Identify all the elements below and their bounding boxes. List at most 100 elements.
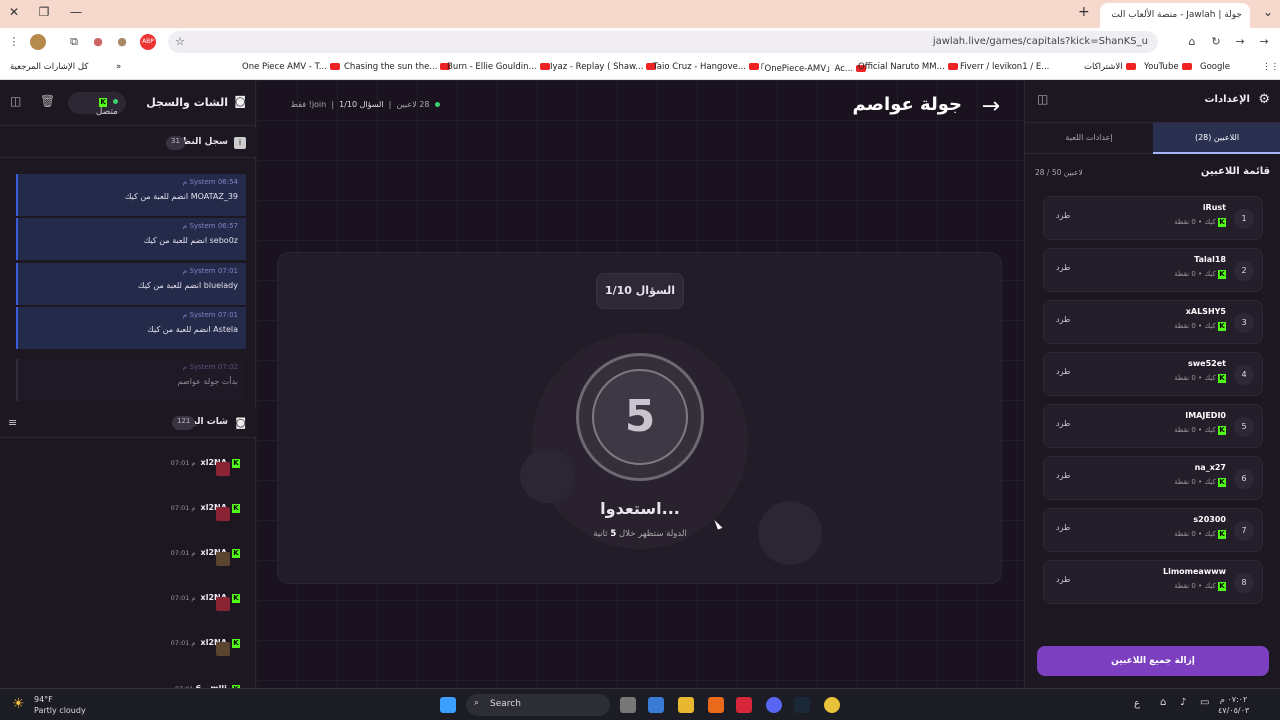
extensions-icon[interactable]: ⧉ — [66, 34, 82, 50]
bookmark-item[interactable]: Fiverr / levikon1 / E... — [960, 62, 1049, 72]
bookmark-item[interactable]: Taio Cruz - Hangove... — [653, 62, 759, 72]
chat-message: 07:01 م xl2NA K — [170, 450, 240, 486]
kick-player-button[interactable]: طرد — [1056, 263, 1070, 272]
reload-icon[interactable]: ↻ — [1208, 34, 1224, 50]
all-bookmarks[interactable]: كل الإشارات المرجعية — [10, 62, 88, 72]
bookmark-label: Taio Cruz - Hangove... — [653, 62, 746, 72]
kick-icon: K — [232, 549, 240, 558]
player-meta-text: كيك • 0 نقطة — [1174, 374, 1216, 382]
chevron-icon[interactable]: » — [116, 62, 121, 72]
browser-tab[interactable]: جولة | Jawlah - منصة الألعاب الت — [1100, 3, 1250, 28]
player-name: na_x27 — [1194, 463, 1226, 472]
forward-icon[interactable]: → — [1232, 34, 1248, 50]
restore-window-icon[interactable]: ❐ — [34, 5, 54, 19]
grid-icon[interactable]: ⋮⋮ — [1262, 62, 1279, 72]
message-time: 07:01 م — [170, 504, 196, 512]
ready-text: استعدوا... — [600, 499, 680, 518]
kick-player-button[interactable]: طرد — [1056, 211, 1070, 220]
task-view-icon[interactable] — [620, 697, 636, 713]
new-tab-icon[interactable]: + — [1078, 4, 1090, 20]
bookmark-item[interactable]: Iyaz - Replay ( Shaw... — [550, 62, 657, 72]
settings-panel: ⚙ الإعدادات ◫ اللاعبين (28) إعدادات اللع… — [1024, 80, 1280, 688]
app-icon[interactable] — [736, 697, 752, 713]
chrome-icon[interactable] — [824, 697, 840, 713]
chat-message: 07:01 م xl2NA K — [170, 585, 240, 621]
volume-icon[interactable]: ♪ — [1180, 697, 1186, 708]
bookmark-item[interactable]: Burn - Ellie Gouldin... — [447, 62, 550, 72]
bookmark-item[interactable]: الاشتراكات — [1084, 62, 1136, 72]
clock[interactable]: ٠٧:٠٢ م ٤٧/٠٥/٠٣ — [1218, 694, 1249, 716]
player-rank: 4 — [1234, 365, 1254, 385]
settings-tabs: اللاعبين (28) إعدادات اللعبة — [1025, 122, 1280, 154]
copilot-icon[interactable] — [648, 697, 664, 713]
kick-player-button[interactable]: طرد — [1056, 315, 1070, 324]
close-window-icon[interactable]: ✕ — [4, 5, 24, 19]
kick-icon: K — [1218, 530, 1226, 539]
player-count: 28 / 50 لاعبين — [1035, 168, 1083, 177]
kick-player-button[interactable]: طرد — [1056, 575, 1070, 584]
weather-widget[interactable]: 94°F Partly cloudy — [34, 694, 86, 716]
search-label: Search — [490, 699, 521, 709]
bookmark-star-icon[interactable]: ☆ — [172, 34, 188, 50]
app-icon[interactable] — [708, 697, 724, 713]
kick-icon: K — [1218, 322, 1226, 331]
search-box[interactable]: ⌕ Search — [466, 694, 610, 716]
bookmark-label: Chasing the sun the... — [344, 62, 438, 72]
kick-icon: K — [1218, 478, 1226, 487]
bookmark-item[interactable]: Chasing the sun the... — [344, 62, 451, 72]
temperature: 94°F — [34, 695, 53, 704]
bookmark-item[interactable]: YouTube — [1144, 62, 1192, 72]
battery-icon[interactable]: ▭ — [1200, 697, 1209, 708]
sort-icon[interactable]: ≡ — [8, 416, 17, 429]
bookmark-item[interactable]: 「OnePiece-AMV」Ac... — [756, 62, 867, 74]
player-meta-text: كيك • 0 نقطة — [1174, 322, 1216, 330]
steam-icon[interactable] — [794, 697, 810, 713]
kick-icon: K — [1218, 218, 1226, 227]
youtube-icon — [539, 63, 550, 70]
kick-player-button[interactable]: طرد — [1056, 523, 1070, 532]
bookmark-item[interactable]: Official Naruto MM... — [858, 62, 958, 72]
tab-game-settings[interactable]: إعدادات اللعبة — [1025, 123, 1153, 154]
kick-player-button[interactable]: طرد — [1056, 471, 1070, 480]
kick-player-button[interactable]: طرد — [1056, 419, 1070, 428]
discord-icon[interactable] — [766, 697, 782, 713]
tab-search-icon[interactable]: ⌄ — [1258, 5, 1278, 19]
kick-icon: K — [232, 639, 240, 648]
menu-icon[interactable]: ⋮ — [6, 34, 22, 50]
trash-icon[interactable]: 🗑 — [40, 94, 55, 108]
profile-avatar[interactable] — [30, 34, 46, 50]
extension-icon[interactable]: ● — [114, 34, 130, 50]
player-name: xALSHY5 — [1185, 307, 1226, 316]
player-list-title: قائمة اللاعبين — [1200, 166, 1270, 177]
extension-icon[interactable]: ● — [90, 34, 106, 50]
minimize-window-icon[interactable]: — — [66, 5, 86, 19]
bookmark-label: Iyaz - Replay ( Shaw... — [550, 62, 644, 72]
status-text: متصل — [95, 107, 118, 117]
start-icon[interactable] — [440, 697, 456, 713]
back-icon[interactable]: → — [1256, 34, 1272, 50]
player-meta: K كيك • 0 نقطة — [1174, 582, 1226, 591]
collapse-panel-icon[interactable]: ◫ — [10, 94, 21, 108]
bookmark-item[interactable]: One Piece AMV - T... — [242, 62, 340, 72]
adblock-icon[interactable]: ABP — [140, 34, 156, 50]
clock-time: ٠٧:٠٢ م — [1219, 695, 1248, 704]
network-icon[interactable]: ⌂ — [1160, 697, 1166, 708]
remove-all-players-button[interactable]: إزالة جميع اللاعبين — [1037, 646, 1269, 676]
chat-panel: ◙ الشات والسجل K متصل 🗑 ◫ i سجل النظام 3… — [0, 80, 256, 694]
bookmark-item[interactable]: Google — [1200, 62, 1230, 72]
language-indicator[interactable]: ع — [1134, 698, 1140, 709]
home-icon[interactable]: ⌂ — [1184, 34, 1200, 50]
chat-message: 07:01 م xl2NA K — [170, 495, 240, 531]
back-arrow-icon[interactable]: → — [982, 94, 1000, 119]
tab-players[interactable]: اللاعبين (28) — [1153, 123, 1280, 154]
address-bar[interactable]: jawlah.live/games/capitals?kick=ShanKS_u — [168, 31, 1158, 53]
youtube-icon — [947, 63, 958, 70]
collapse-panel-icon[interactable]: ◫ — [1037, 92, 1048, 106]
kick-player-button[interactable]: طرد — [1056, 367, 1070, 376]
join-note: join! فقط — [290, 100, 327, 109]
game-meta: 28 لاعبين | السؤال 1/10 | join! فقط — [291, 100, 440, 109]
file-explorer-icon[interactable] — [678, 697, 694, 713]
settings-title: الإعدادات — [1204, 94, 1250, 105]
system-message: System 07:02 م بدأت جولة عواصم — [16, 359, 246, 401]
youtube-icon — [1181, 63, 1192, 70]
